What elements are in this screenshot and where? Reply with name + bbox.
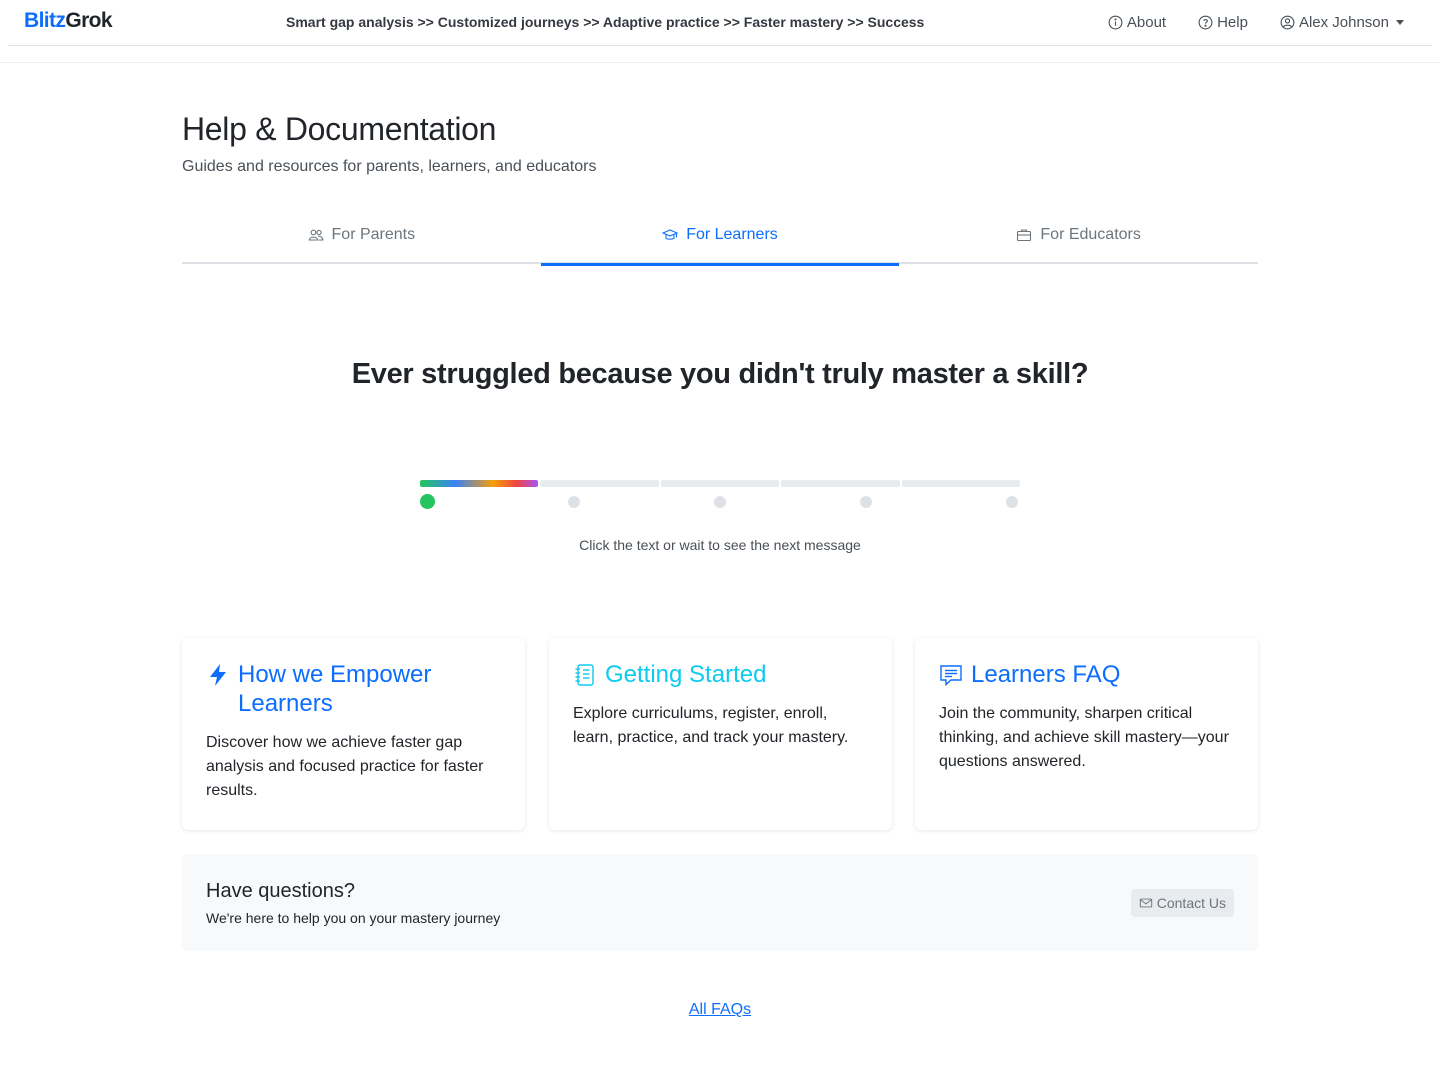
contact-us-label: Contact Us: [1156, 895, 1226, 911]
header-divider: [0, 62, 1440, 63]
rotating-message[interactable]: Ever struggled because you didn't truly …: [0, 358, 1440, 391]
journal-icon: [575, 663, 594, 686]
tab-for-parents-label: For Parents: [331, 226, 416, 243]
tab-for-educators-label: For Educators: [1040, 226, 1141, 243]
questions-panel: Have questions? We're here to help you o…: [182, 854, 1258, 951]
progress-segment: [540, 480, 659, 487]
message-dot[interactable]: [568, 496, 580, 508]
about-link-label: About: [1126, 14, 1167, 31]
all-faqs-container: All FAQs: [0, 1001, 1440, 1019]
page-title: Help & Documentation: [182, 111, 497, 147]
tab-for-learners-label: For Learners: [686, 226, 778, 243]
questions-title: Have questions?: [206, 880, 355, 902]
card-body: Discover how we achieve faster gap analy…: [206, 734, 484, 799]
nav-links: About Help Alex Johnson: [1076, 14, 1404, 31]
brand-logo[interactable]: BlitzGrok: [24, 9, 113, 33]
card-title: Learners FAQ: [971, 661, 1121, 688]
card-empower-learners[interactable]: How we Empower Learners Discover how we …: [182, 638, 525, 830]
message-dot[interactable]: [420, 494, 435, 509]
message-dot[interactable]: [714, 496, 726, 508]
all-faqs-link[interactable]: All FAQs: [689, 1001, 751, 1018]
tab-for-educators[interactable]: For Educators: [899, 206, 1258, 264]
nav-tagline: Smart gap analysis >> Customized journey…: [286, 14, 925, 30]
envelope-icon: [1139, 898, 1152, 908]
about-link[interactable]: About: [1108, 14, 1166, 31]
message-progress-bar: [420, 480, 1021, 488]
user-name: Alex Johnson: [1298, 14, 1389, 31]
message-dots: [420, 494, 1020, 510]
tab-for-learners[interactable]: For Learners: [540, 206, 900, 266]
card-learners-faq[interactable]: Learners FAQ Join the community, sharpen…: [915, 638, 1258, 830]
question-circle-icon: [1198, 15, 1213, 30]
brand-logo-second: Grok: [65, 9, 112, 32]
card-title: How we Empower Learners: [238, 661, 432, 717]
chat-icon: [940, 664, 962, 686]
briefcase-icon: [1017, 229, 1032, 242]
people-icon: [308, 229, 323, 241]
audience-tabs: For Parents For Learners For Educators: [182, 206, 1258, 266]
progress-segment: [420, 480, 539, 487]
caret-down-icon: [1396, 20, 1404, 25]
help-link[interactable]: Help: [1198, 14, 1248, 31]
card-body: Join the community, sharpen critical thi…: [939, 705, 1229, 770]
info-icon: [1108, 15, 1123, 30]
message-hint: Click the text or wait to see the next m…: [579, 537, 861, 553]
questions-subtitle: We're here to help you on your mastery j…: [206, 910, 501, 926]
brand-logo-first: Blitz: [24, 9, 66, 32]
user-menu-toggle[interactable]: Alex Johnson: [1280, 14, 1404, 31]
person-circle-icon: [1280, 15, 1295, 30]
progress-segment: [781, 480, 900, 487]
progress-segment: [660, 480, 780, 487]
top-navbar: BlitzGrok Smart gap analysis >> Customiz…: [8, 0, 1432, 46]
card-getting-started[interactable]: Getting Started Explore curriculums, reg…: [549, 638, 892, 830]
mortarboard-icon: [662, 229, 679, 240]
message-dot[interactable]: [860, 496, 872, 508]
progress-segment: [901, 480, 1021, 487]
card-body: Explore curriculums, register, enroll, l…: [573, 705, 849, 746]
page-subtitle: Guides and resources for parents, learne…: [182, 158, 597, 175]
help-link-label: Help: [1217, 14, 1248, 31]
lightning-icon: [210, 663, 226, 686]
contact-us-button[interactable]: Contact Us: [1130, 889, 1234, 917]
card-title: Getting Started: [605, 661, 767, 688]
message-dot[interactable]: [1006, 496, 1018, 508]
tab-for-parents[interactable]: For Parents: [182, 206, 541, 264]
